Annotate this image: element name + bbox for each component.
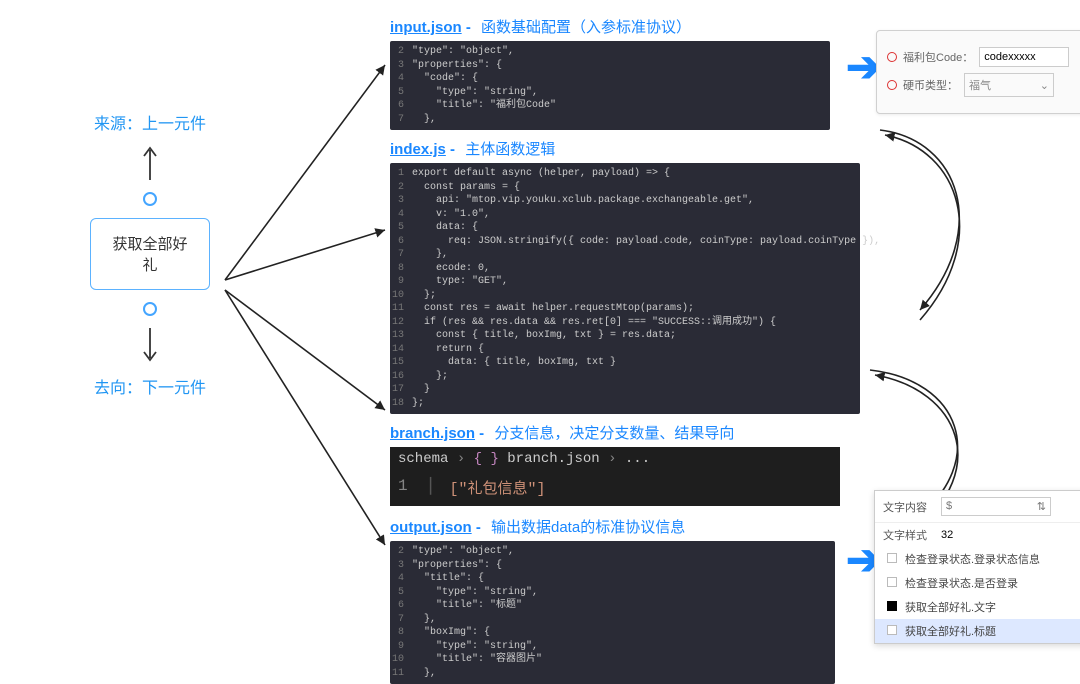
list-item[interactable]: 检查登录状态.登录状态信息 bbox=[875, 547, 1080, 571]
radio-icon[interactable] bbox=[887, 52, 897, 62]
form-row-type: 硬币类型： 福气⌄ bbox=[887, 73, 1075, 97]
list-item[interactable]: 检查登录状态.是否登录 bbox=[875, 571, 1080, 595]
binding-menu-panel: 文字内容 $⇅ 文字样式 32 检查登录状态.登录状态信息 检查登录状态.是否登… bbox=[874, 490, 1080, 644]
code-block-output: 2"type": "object",3"properties": {4 "tit… bbox=[390, 541, 835, 684]
arrow-up-icon bbox=[50, 144, 250, 180]
flow-port-bottom bbox=[143, 302, 157, 316]
breadcrumb: schema › { } branch.json › ... bbox=[390, 447, 840, 471]
left-flow-column: 来源：上一元件 获取全部好礼 去向：下一元件 bbox=[50, 110, 250, 398]
flow-port-top bbox=[143, 192, 157, 206]
code-block-branch: schema › { } branch.json › ... 1▏["礼包信息"… bbox=[390, 447, 840, 506]
form-row-code: 福利包Code： bbox=[887, 47, 1075, 67]
menu-row-content: 文字内容 $⇅ bbox=[875, 491, 1080, 523]
style-input[interactable]: 32 bbox=[941, 529, 981, 541]
list-item[interactable]: 获取全部好礼.标题 bbox=[875, 619, 1080, 643]
chevron-down-icon: ⌄ bbox=[1040, 79, 1049, 92]
dest-label: 去向：下一元件 bbox=[50, 374, 250, 398]
branch-array: ["礼包信息"] bbox=[450, 477, 546, 498]
file-name: input.json bbox=[390, 19, 462, 36]
menu-row-style: 文字样式 32 bbox=[875, 523, 1080, 547]
binding-options-list: 检查登录状态.登录状态信息 检查登录状态.是否登录 获取全部好礼.文字 获取全部… bbox=[875, 547, 1080, 643]
code-input[interactable] bbox=[979, 47, 1069, 67]
section-header-index: index.js - 主体函数逻辑 bbox=[390, 138, 1070, 159]
source-label: 来源：上一元件 bbox=[50, 110, 250, 134]
type-select[interactable]: 福气⌄ bbox=[964, 73, 1054, 97]
section-header-branch: branch.json - 分支信息，决定分支数量、结果导向 bbox=[390, 422, 1070, 443]
config-form-panel: 福利包Code： 硬币类型： 福气⌄ bbox=[876, 30, 1080, 114]
content-input[interactable]: $⇅ bbox=[941, 497, 1051, 516]
radio-icon[interactable] bbox=[887, 80, 897, 90]
arrow-down-icon bbox=[50, 328, 250, 364]
flow-node[interactable]: 获取全部好礼 bbox=[90, 218, 210, 290]
code-block-index: 1export default async (helper, payload) … bbox=[390, 163, 860, 414]
list-item[interactable]: 获取全部好礼.文字 bbox=[875, 595, 1080, 619]
code-block-input: 2"type": "object",3"properties": {4 "cod… bbox=[390, 41, 830, 130]
